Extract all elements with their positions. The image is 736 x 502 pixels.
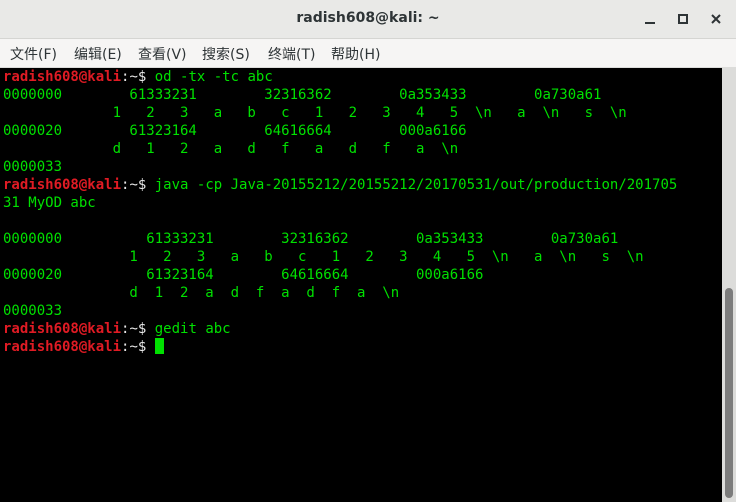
menu-bar: 文件(F) 编辑(E) 查看(V) 搜索(S) 终端(T) 帮助(H) [0, 39, 736, 68]
prompt-line: radish608@kali:~$ [3, 338, 164, 356]
close-icon[interactable] [706, 9, 726, 29]
output-line: 0000000 61333231 32316362 0a353433 0a730… [3, 231, 619, 247]
menu-edit[interactable]: 编辑(E) [74, 44, 122, 64]
command-text: gedit abc [146, 321, 231, 337]
text-cursor [154, 338, 164, 354]
menu-search[interactable]: 搜索(S) [202, 44, 250, 64]
menu-file[interactable]: 文件(F) [10, 44, 57, 64]
prompt-path: ~$ [129, 69, 147, 85]
prompt-user: radish608@kali [3, 69, 122, 85]
menu-terminal[interactable]: 终端(T) [268, 44, 315, 64]
output-line: 0000020 61323164 64616664 000a6166 [3, 123, 467, 139]
output-line: 0000033 [3, 303, 63, 319]
prompt-line: radish608@kali:~$ gedit abc [3, 320, 231, 338]
window-title: radish608@kali: ~ [296, 10, 440, 26]
prompt-path: ~$ [129, 177, 147, 193]
terminal-area[interactable]: radish608@kali:~$ od -tx -tc abc 0000000 … [0, 68, 722, 502]
output-line: 0000020 61323164 64616664 000a6166 [3, 267, 484, 283]
scrollbar[interactable] [722, 68, 736, 502]
prompt-line: radish608@kali:~$ java -cp Java-20155212… [3, 176, 677, 194]
output-line: d 1 2 a d f a d f a \n [3, 285, 400, 301]
output-line: 0000000 61333231 32316362 0a353433 0a730… [3, 87, 602, 103]
maximize-icon[interactable] [673, 9, 693, 29]
command-text: od -tx -tc abc [146, 69, 273, 85]
menu-help[interactable]: 帮助(H) [331, 44, 380, 64]
output-line: 0000033 [3, 159, 63, 175]
output-line: d 1 2 a d f a d f a \n [3, 141, 459, 157]
output-line: 31 MyOD abc [3, 195, 96, 211]
prompt-line: radish608@kali:~$ od -tx -tc abc [3, 68, 273, 86]
prompt-path: ~$ [129, 339, 147, 355]
output-line: 1 2 3 a b c 1 2 3 4 5 \n a \n s \n [3, 105, 627, 121]
terminal-window: radish608@kali: ~ 文件(F) 编辑(E) 查看(V) 搜索(S… [0, 0, 736, 502]
scrollbar-thumb[interactable] [725, 288, 733, 498]
command-text [146, 339, 154, 355]
prompt-path: ~$ [129, 321, 147, 337]
menu-view[interactable]: 查看(V) [138, 44, 187, 64]
title-bar[interactable]: radish608@kali: ~ [0, 0, 736, 39]
prompt-user: radish608@kali [3, 339, 122, 355]
prompt-user: radish608@kali [3, 321, 122, 337]
command-text: java -cp Java-20155212/20155212/20170531… [146, 177, 678, 193]
prompt-user: radish608@kali [3, 177, 122, 193]
output-line: 1 2 3 a b c 1 2 3 4 5 \n a \n s \n [3, 249, 644, 265]
minimize-icon[interactable] [640, 9, 660, 29]
